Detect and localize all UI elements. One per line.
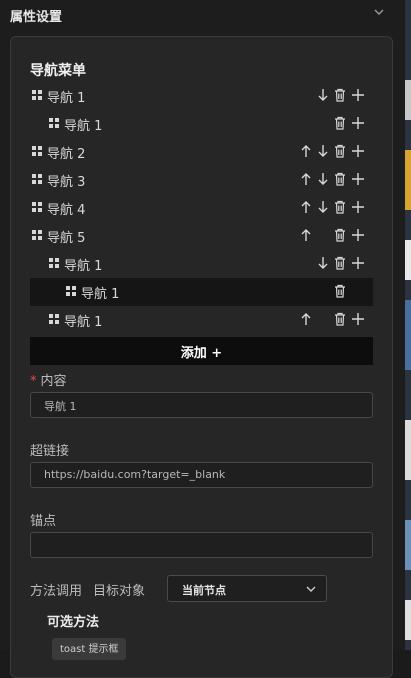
link-input[interactable]: https://baidu.com?target=_blank	[30, 462, 373, 488]
method-option-chip[interactable]: toast 提示框	[52, 638, 127, 660]
delete-trash-icon[interactable]	[332, 255, 348, 271]
nav-menu-row[interactable]: 导航 1	[30, 278, 373, 306]
delete-trash-icon[interactable]	[332, 87, 348, 103]
nav-menu-row[interactable]: 导航 4	[30, 194, 373, 222]
move-up-arrow-up-icon[interactable]	[298, 311, 314, 327]
nav-menu-row[interactable]: 导航 1	[30, 110, 373, 138]
anchor-label: 锚点	[30, 514, 57, 529]
nav-menu-row-label: 导航 1	[64, 119, 103, 134]
drag-handle-icon[interactable]	[49, 258, 59, 268]
nav-menu-row[interactable]: 导航 5	[30, 222, 373, 250]
nav-menu-row[interactable]: 导航 1	[30, 250, 373, 278]
drag-handle-icon[interactable]	[66, 286, 76, 296]
add-child-plus-icon[interactable]	[350, 171, 366, 187]
add-child-plus-icon[interactable]	[350, 87, 366, 103]
background-window-strip	[405, 0, 411, 650]
delete-trash-icon[interactable]	[332, 283, 348, 299]
delete-trash-icon[interactable]	[332, 199, 348, 215]
nav-menu-row-label: 导航 1	[64, 259, 103, 274]
move-up-arrow-up-icon[interactable]	[298, 199, 314, 215]
nav-menu-row-label: 导航 1	[64, 315, 103, 330]
nav-menu-row[interactable]: 导航 1	[30, 82, 373, 110]
move-up-arrow-up-icon[interactable]	[298, 171, 314, 187]
drag-handle-icon[interactable]	[32, 202, 42, 212]
nav-menu-row[interactable]: 导航 1	[30, 306, 373, 334]
anchor-input[interactable]	[30, 532, 373, 558]
link-label: 超链接	[30, 444, 70, 459]
target-object-select[interactable]: 当前节点	[167, 575, 327, 602]
add-child-plus-icon[interactable]	[350, 115, 366, 131]
move-down-arrow-down-icon[interactable]	[315, 87, 331, 103]
add-child-plus-icon[interactable]	[350, 143, 366, 159]
chevron-down-icon	[304, 581, 318, 595]
drag-handle-icon[interactable]	[49, 314, 59, 324]
nav-menu-row[interactable]: 导航 2	[30, 138, 373, 166]
add-child-plus-icon[interactable]	[350, 227, 366, 243]
properties-panel: 属性设置 导航菜单 导航 1 导航 1 导航 2 导航 3 导航 4 导航 5 导航 1 导航…	[0, 0, 405, 678]
add-nav-button[interactable]: 添加 +	[30, 337, 373, 365]
drag-handle-icon[interactable]	[32, 90, 42, 100]
drag-handle-icon[interactable]	[32, 230, 42, 240]
method-call-label: 方法调用	[30, 584, 83, 599]
drag-handle-icon[interactable]	[49, 118, 59, 128]
delete-trash-icon[interactable]	[332, 311, 348, 327]
content-label: * 内容	[30, 374, 67, 389]
nav-menu-row-label: 导航 3	[47, 175, 86, 190]
content-input-value: 导航 1	[44, 400, 77, 413]
nav-menu-row-label: 导航 1	[81, 287, 120, 302]
move-down-arrow-down-icon[interactable]	[315, 143, 331, 159]
content-input[interactable]: 导航 1	[30, 392, 373, 418]
chevron-down-icon[interactable]	[372, 4, 386, 18]
delete-trash-icon[interactable]	[332, 171, 348, 187]
target-object-label: 目标对象	[93, 584, 146, 599]
required-mark: *	[30, 374, 37, 389]
panel-title: 属性设置	[10, 10, 63, 25]
add-child-plus-icon[interactable]	[350, 311, 366, 327]
nav-menu-row[interactable]: 导航 3	[30, 166, 373, 194]
nav-menu-row-label: 导航 5	[47, 231, 86, 246]
nav-menu-row-label: 导航 2	[47, 147, 86, 162]
add-child-plus-icon[interactable]	[350, 255, 366, 271]
delete-trash-icon[interactable]	[332, 227, 348, 243]
nav-menu-title: 导航菜单	[30, 63, 86, 79]
nav-menu-row-label: 导航 4	[47, 203, 86, 218]
move-down-arrow-down-icon[interactable]	[315, 255, 331, 271]
link-input-value: https://baidu.com?target=_blank	[44, 468, 226, 481]
drag-handle-icon[interactable]	[32, 146, 42, 156]
move-up-arrow-up-icon[interactable]	[298, 227, 314, 243]
target-object-value: 当前节点	[182, 584, 226, 597]
drag-handle-icon[interactable]	[32, 174, 42, 184]
optional-methods-title: 可选方法	[47, 615, 100, 630]
nav-menu-row-label: 导航 1	[47, 91, 86, 106]
delete-trash-icon[interactable]	[332, 115, 348, 131]
move-down-arrow-down-icon[interactable]	[315, 199, 331, 215]
move-up-arrow-up-icon[interactable]	[298, 143, 314, 159]
delete-trash-icon[interactable]	[332, 143, 348, 159]
add-child-plus-icon[interactable]	[350, 199, 366, 215]
move-down-arrow-down-icon[interactable]	[315, 171, 331, 187]
